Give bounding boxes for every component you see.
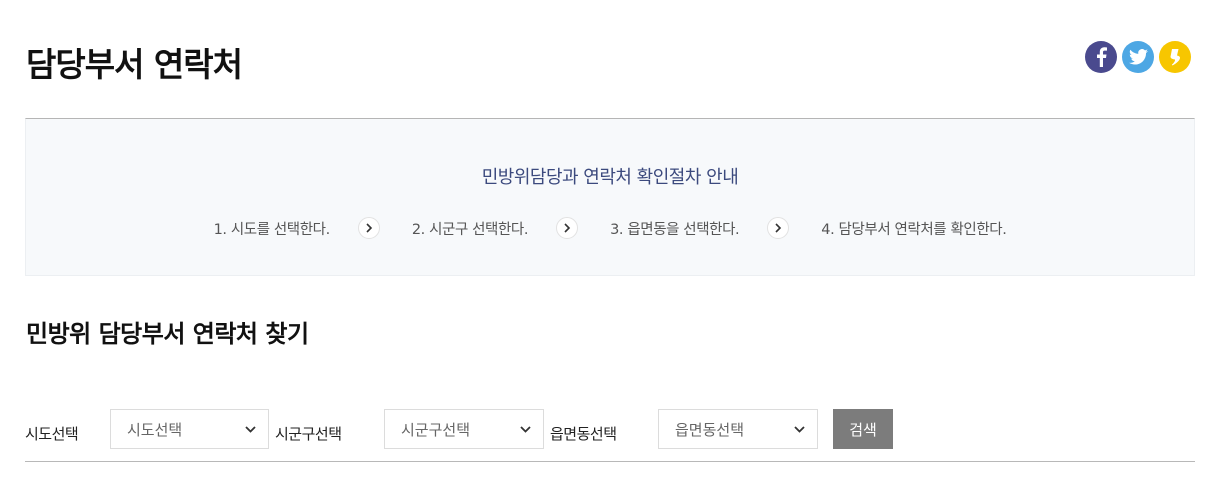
eupmyeondong-label: 읍면동선택	[550, 424, 617, 443]
facebook-icon	[1097, 47, 1107, 67]
search-button[interactable]: 검색	[833, 409, 893, 449]
chevron-right-icon	[357, 217, 380, 239]
eupmyeondong-select[interactable]: 읍면동선택	[658, 409, 818, 449]
sigungu-select[interactable]: 시군구선택	[384, 409, 544, 449]
section-title: 민방위 담당부서 연락처 찾기	[26, 320, 309, 348]
chevron-right-icon	[767, 217, 790, 239]
chevron-right-icon	[556, 217, 579, 239]
share-buttons	[1085, 41, 1191, 73]
eupmyeondong-select-value: 읍면동선택	[675, 420, 745, 439]
page-title: 담당부서 연락처	[26, 45, 243, 84]
chevron-down-icon	[520, 425, 531, 433]
guide-step-2: 2. 시군구 선택한다.	[411, 221, 529, 238]
sido-select[interactable]: 시도선택	[110, 409, 269, 449]
facebook-share-button[interactable]	[1085, 41, 1117, 73]
guide-step-1: 1. 시도를 선택한다.	[213, 221, 331, 238]
sido-select-value: 시도선택	[127, 420, 183, 439]
chevron-down-icon	[245, 425, 256, 433]
sigungu-select-value: 시군구선택	[401, 420, 471, 439]
guide-box: 민방위담당과 연락처 확인절차 안내 1. 시도를 선택한다. 2. 시군구 선…	[25, 118, 1195, 276]
kakaostory-icon	[1170, 49, 1180, 66]
divider	[25, 461, 1195, 462]
guide-steps: 1. 시도를 선택한다. 2. 시군구 선택한다. 3. 읍면동을 선택한다. …	[26, 217, 1194, 239]
twitter-share-button[interactable]	[1122, 41, 1154, 73]
sigungu-label: 시군구선택	[275, 424, 342, 443]
kakaostory-share-button[interactable]	[1159, 41, 1191, 73]
chevron-down-icon	[794, 425, 805, 433]
guide-title: 민방위담당과 연락처 확인절차 안내	[481, 167, 739, 188]
guide-step-4: 4. 담당부서 연락처를 확인한다.	[821, 221, 1007, 238]
sido-label: 시도선택	[25, 424, 79, 443]
search-form: 시도선택 시도선택 시군구선택 시군구선택 읍면동선택 읍면동선택 검색	[25, 409, 1195, 449]
twitter-icon	[1128, 49, 1148, 65]
guide-step-3: 3. 읍면동을 선택한다.	[610, 221, 740, 238]
